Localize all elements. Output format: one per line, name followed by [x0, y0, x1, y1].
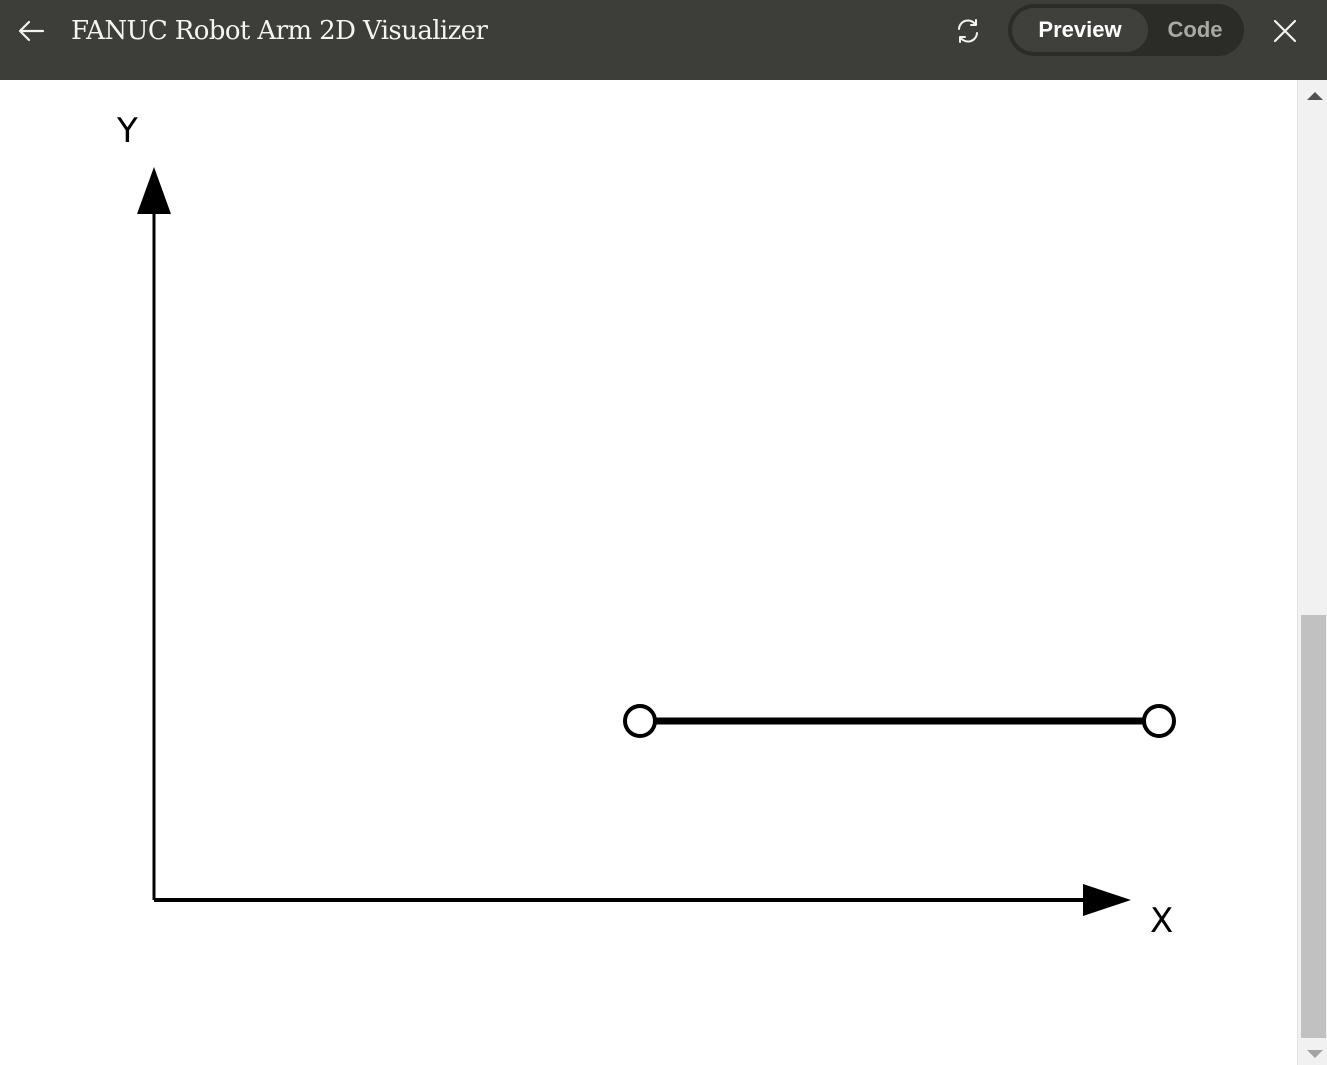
scroll-down-arrow-icon[interactable]: [1307, 1050, 1323, 1058]
scroll-up-arrow-icon[interactable]: [1307, 92, 1323, 100]
y-axis-label: Y: [117, 111, 138, 151]
x-axis-label: X: [1150, 901, 1174, 941]
close-button[interactable]: [1264, 10, 1306, 52]
refresh-button[interactable]: [948, 12, 988, 50]
scrollbar-thumb[interactable]: [1301, 615, 1326, 1038]
back-button[interactable]: [10, 12, 52, 50]
tab-preview[interactable]: Preview: [1012, 8, 1148, 52]
y-axis-arrowhead: [137, 167, 171, 214]
arrow-left-icon: [18, 20, 45, 42]
view-toggle: Preview Code: [1008, 4, 1244, 56]
page-title: FANUC Robot Arm 2D Visualizer: [71, 16, 488, 46]
top-bar: FANUC Robot Arm 2D Visualizer Preview Co…: [0, 0, 1327, 80]
end-joint[interactable]: [1142, 704, 1176, 738]
tab-code[interactable]: Code: [1150, 8, 1240, 52]
base-joint[interactable]: [623, 704, 657, 738]
arm-canvas: [137, 167, 1176, 916]
refresh-icon: [958, 19, 978, 43]
close-icon: [1273, 19, 1297, 43]
x-axis-arrowhead: [1083, 884, 1131, 916]
